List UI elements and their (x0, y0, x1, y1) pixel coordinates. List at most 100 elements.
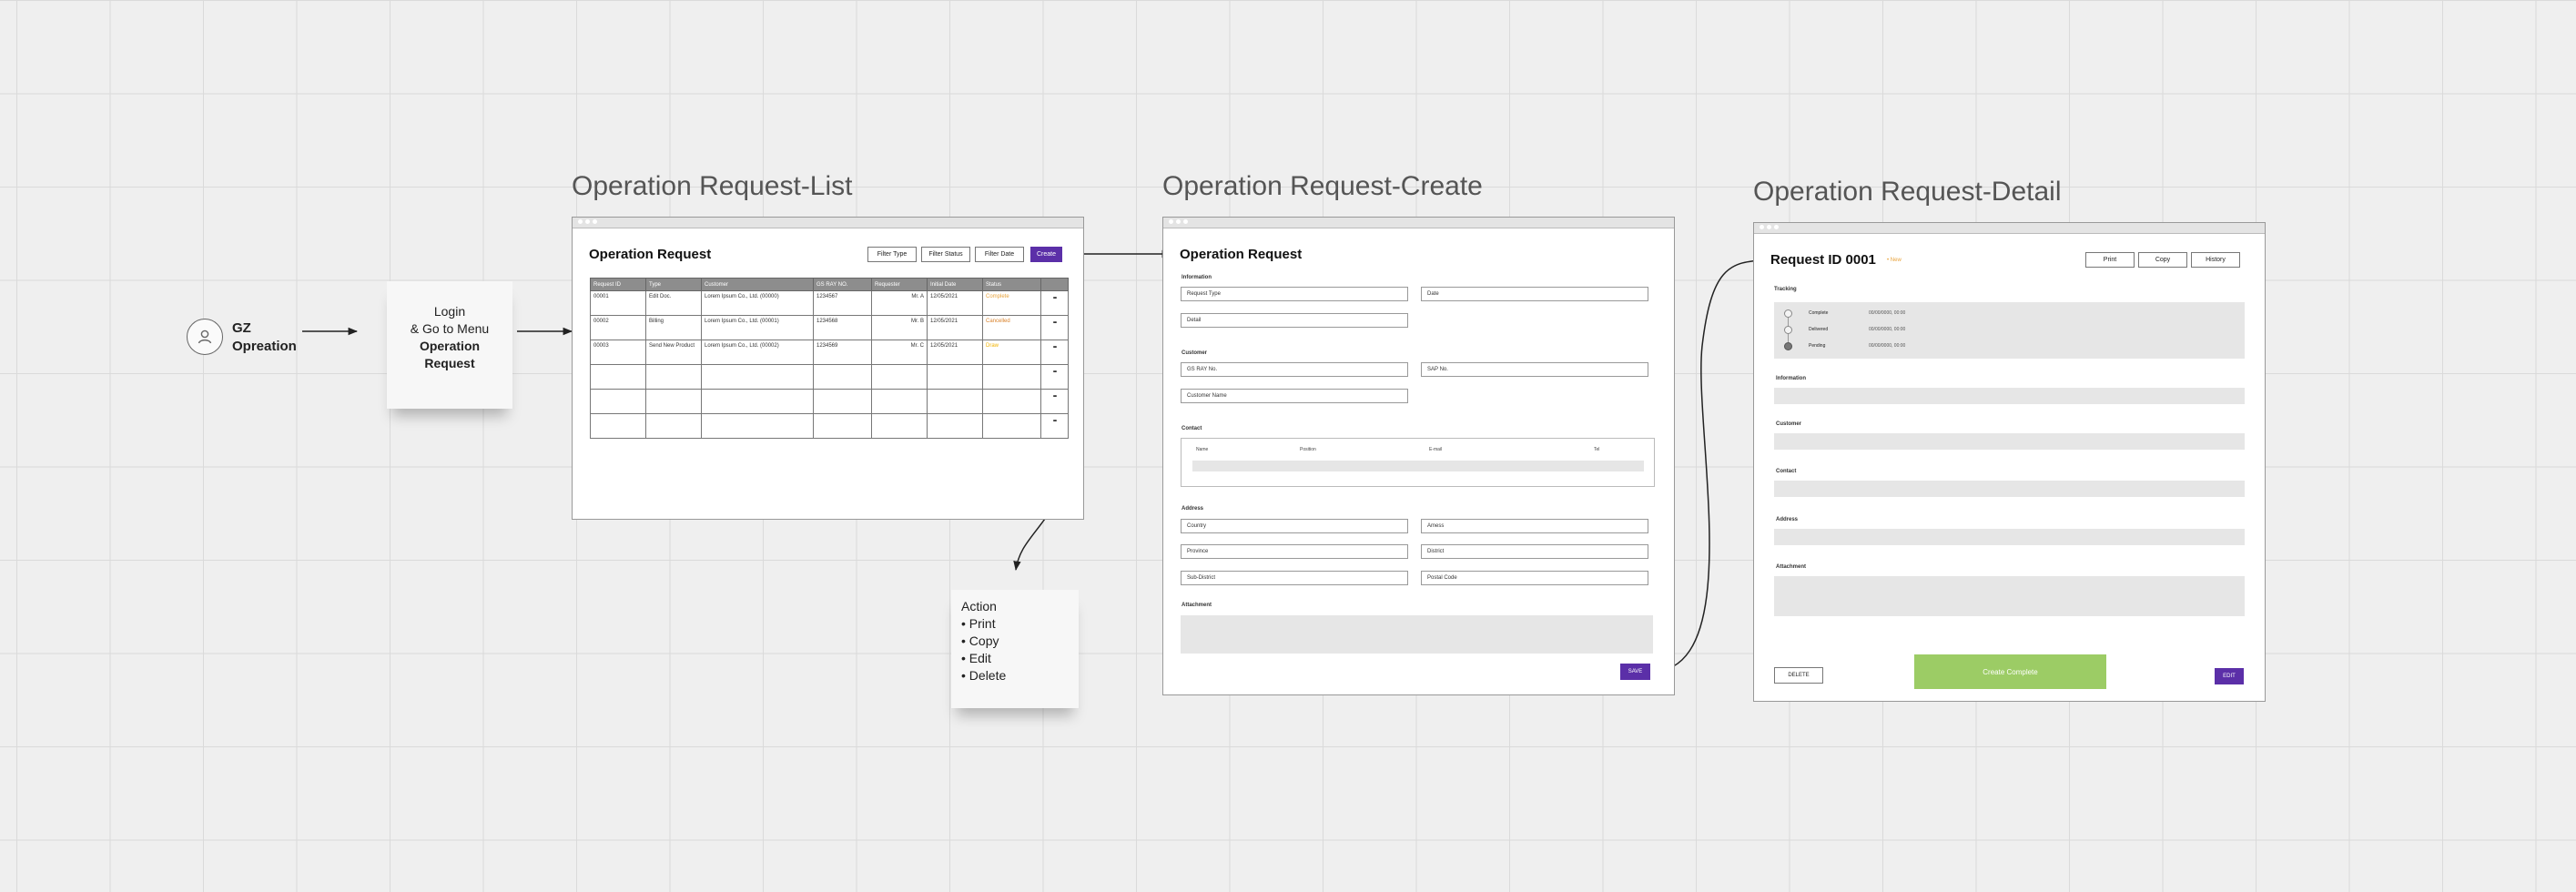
contact-panel (1774, 481, 2245, 497)
table-row[interactable]: ••• (590, 364, 1069, 390)
more-options-icon[interactable]: ••• (1040, 290, 1069, 316)
save-button[interactable]: SAVE (1620, 664, 1650, 680)
status-badge: • New (1887, 258, 1902, 263)
detail-frame-title: Operation Request-Detail (1753, 177, 2062, 207)
action-item-delete: • Delete (961, 668, 1007, 683)
list-frame-title: Operation Request-List (572, 171, 853, 201)
list-window: Operation Request Filter Type Filter Sta… (572, 217, 1084, 520)
column-header: Status (982, 278, 1041, 291)
table-row[interactable]: 00001 Edit Doc. Lorem Ipsum Co., Ltd. (0… (590, 290, 1069, 316)
section-customer: Customer (1182, 350, 1208, 356)
cell-request-id: 00003 (590, 340, 646, 365)
edit-button[interactable]: EDIT (2215, 668, 2244, 684)
attachment-panel (1774, 576, 2245, 616)
cell-initial-date: 12/05/2021 (927, 315, 983, 340)
login-note-line4: Request (424, 356, 475, 370)
cell-type: Edit Doc. (645, 290, 702, 316)
province-field[interactable]: Province (1181, 544, 1408, 559)
column-header: Type (645, 278, 702, 291)
date-field[interactable]: Date (1421, 287, 1648, 301)
cell-request-id (590, 389, 646, 414)
login-note-line3: Operation (419, 339, 481, 353)
address-panel (1774, 529, 2245, 545)
more-options-icon[interactable]: ••• (1040, 364, 1069, 390)
information-panel (1774, 388, 2245, 404)
cell-initial-date: 12/05/2021 (927, 290, 983, 316)
table-row[interactable]: 00002 Billing Lorem Ipsum Co., Ltd. (000… (590, 315, 1069, 340)
column-header: Requester (871, 278, 928, 291)
contact-col-name: Name (1196, 447, 1209, 452)
table-row[interactable]: 00003 Send New Product Lorem Ipsum Co., … (590, 340, 1069, 365)
cell-status (982, 364, 1041, 390)
contact-table: Name Position E-mail Tel (1181, 438, 1655, 487)
more-options-icon[interactable]: ••• (1040, 315, 1069, 340)
user-avatar (187, 319, 223, 355)
filter-date-button[interactable]: Filter Date (975, 247, 1024, 262)
login-note-line1: Login (433, 304, 466, 319)
more-options-icon[interactable]: ••• (1040, 340, 1069, 365)
cell-request-id: 00001 (590, 290, 646, 316)
tracking-step-delivered-icon (1784, 326, 1792, 334)
request-table: Request ID Type Customer GS RAY NO. Requ… (590, 278, 1069, 439)
cell-status: Cancelled (982, 315, 1041, 340)
cell-gs-ray-no: 1234568 (813, 315, 872, 340)
district-field[interactable]: District (1421, 544, 1648, 559)
cell-gs-ray-no (813, 413, 872, 439)
action-item-copy: • Copy (961, 634, 999, 648)
window-title-bar (573, 218, 1083, 228)
postal-code-field[interactable]: Postal Code (1421, 571, 1648, 585)
cell-status: Draw (982, 340, 1041, 365)
gs-ray-no-field[interactable]: GS RAY No. (1181, 362, 1408, 377)
filter-type-button[interactable]: Filter Type (867, 247, 917, 262)
cell-customer: Lorem Ipsum Co., Ltd. (00000) (701, 290, 814, 316)
table-row[interactable]: ••• (590, 389, 1069, 414)
start-label-line1: GZ (232, 320, 251, 336)
action-note-title: Action (961, 599, 997, 613)
attachment-dropzone[interactable] (1181, 615, 1653, 654)
table-row[interactable]: ••• (590, 413, 1069, 439)
cell-request-id (590, 413, 646, 439)
create-button[interactable]: Create (1030, 247, 1062, 262)
cell-requester: Mr. A (871, 290, 928, 316)
history-button[interactable]: History (2191, 252, 2240, 268)
more-options-icon[interactable]: ••• (1040, 413, 1069, 439)
cell-gs-ray-no (813, 389, 872, 414)
cell-initial-date (927, 413, 983, 439)
cell-status (982, 413, 1041, 439)
delete-button[interactable]: DELETE (1774, 667, 1823, 684)
action-item-edit: • Edit (961, 651, 991, 665)
cell-gs-ray-no: 1234567 (813, 290, 872, 316)
cell-customer (701, 413, 814, 439)
country-field[interactable]: Country (1181, 519, 1408, 533)
cell-type: Billing (645, 315, 702, 340)
section-contact: Contact (1776, 469, 1797, 474)
cell-requester: Mr. B (871, 315, 928, 340)
detail-field[interactable]: Detail (1181, 313, 1408, 328)
cell-requester (871, 364, 928, 390)
sub-district-field[interactable]: Sub-District (1181, 571, 1408, 585)
create-complete-button[interactable]: Create Complete (1914, 654, 2106, 689)
cell-customer: Lorem Ipsum Co., Ltd. (00002) (701, 340, 814, 365)
request-type-field[interactable]: Request Type (1181, 287, 1408, 301)
section-contact: Contact (1182, 426, 1202, 431)
customer-name-field[interactable]: Customer Name (1181, 389, 1408, 403)
tracking-panel: Complete 00/00/0000, 00:00 Delivered 00/… (1774, 302, 2245, 359)
action-item-print: • Print (961, 616, 996, 631)
action-note: Action • Print • Copy • Edit • Delete (951, 590, 1079, 708)
cell-type (645, 364, 702, 390)
more-options-icon[interactable]: ••• (1040, 389, 1069, 414)
amess-field[interactable]: Amess (1421, 519, 1648, 533)
sap-no-field[interactable]: SAP No. (1421, 362, 1648, 377)
contact-row[interactable] (1192, 461, 1644, 471)
cell-status: Complete (982, 290, 1041, 316)
print-button[interactable]: Print (2085, 252, 2135, 268)
filter-status-button[interactable]: Filter Status (921, 247, 970, 262)
copy-button[interactable]: Copy (2138, 252, 2187, 268)
tracking-step-label: Complete (1809, 310, 1829, 316)
login-note-line2: & Go to Menu (410, 321, 490, 336)
column-header: Initial Date (927, 278, 983, 291)
section-address: Address (1776, 517, 1799, 522)
table-header: Request ID Type Customer GS RAY NO. Requ… (590, 278, 1069, 291)
cell-status (982, 389, 1041, 414)
column-header: Request ID (590, 278, 646, 291)
